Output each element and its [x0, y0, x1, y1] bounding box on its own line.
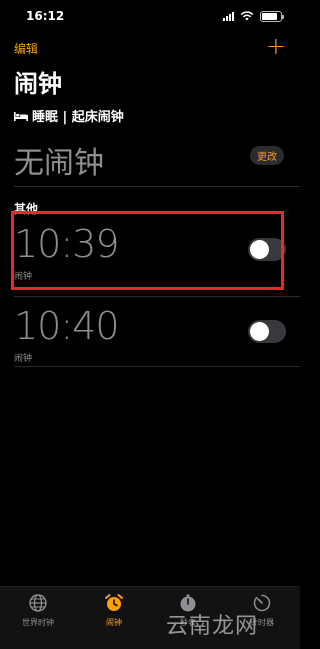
status-bar: 16:12 [0, 0, 300, 32]
watermark-text: 云南龙网 [166, 614, 259, 639]
toggle-knob [250, 322, 269, 341]
page-title: 闹钟 [14, 70, 62, 98]
alarm-row[interactable]: 10:40 闹钟 [0, 298, 300, 372]
cellular-signal-icon [223, 11, 234, 21]
divider [14, 366, 300, 367]
alarm-time: 10:39 [14, 222, 120, 266]
divider [14, 186, 300, 187]
no-alarm-text: 无闹钟 [14, 146, 104, 181]
alarm-time: 10:40 [14, 304, 120, 348]
sleep-section-label: 睡眠 | 起床闹钟 [32, 110, 124, 125]
alarm-clock-icon [105, 594, 123, 611]
add-alarm-button[interactable]: + [266, 34, 286, 58]
tab-alarm[interactable]: 闹钟 [84, 593, 144, 628]
battery-icon [260, 10, 284, 22]
bed-icon [14, 111, 28, 121]
alarm-label: 闹钟 [14, 272, 33, 282]
divider [14, 296, 300, 297]
alarm-label: 闹钟 [14, 354, 33, 364]
status-time: 16:12 [26, 9, 65, 23]
sleep-section-header: 睡眠 | 起床闹钟 [14, 106, 124, 125]
wifi-icon [240, 11, 254, 21]
alarm-toggle[interactable] [248, 320, 286, 343]
toggle-knob [250, 240, 269, 259]
edit-button[interactable]: 编辑 [14, 40, 38, 57]
others-section-header: 其他 [14, 202, 39, 216]
status-icons [223, 9, 284, 23]
alarm-row[interactable]: 10:39 闹钟 [0, 216, 300, 290]
change-sleep-button[interactable]: 更改 [250, 146, 284, 165]
tab-label: 闹钟 [106, 618, 122, 627]
alarm-toggle[interactable] [248, 238, 286, 261]
tab-world-clock[interactable]: 世界时钟 [8, 593, 68, 628]
tab-label: 世界时钟 [22, 618, 54, 627]
globe-icon [29, 594, 47, 612]
